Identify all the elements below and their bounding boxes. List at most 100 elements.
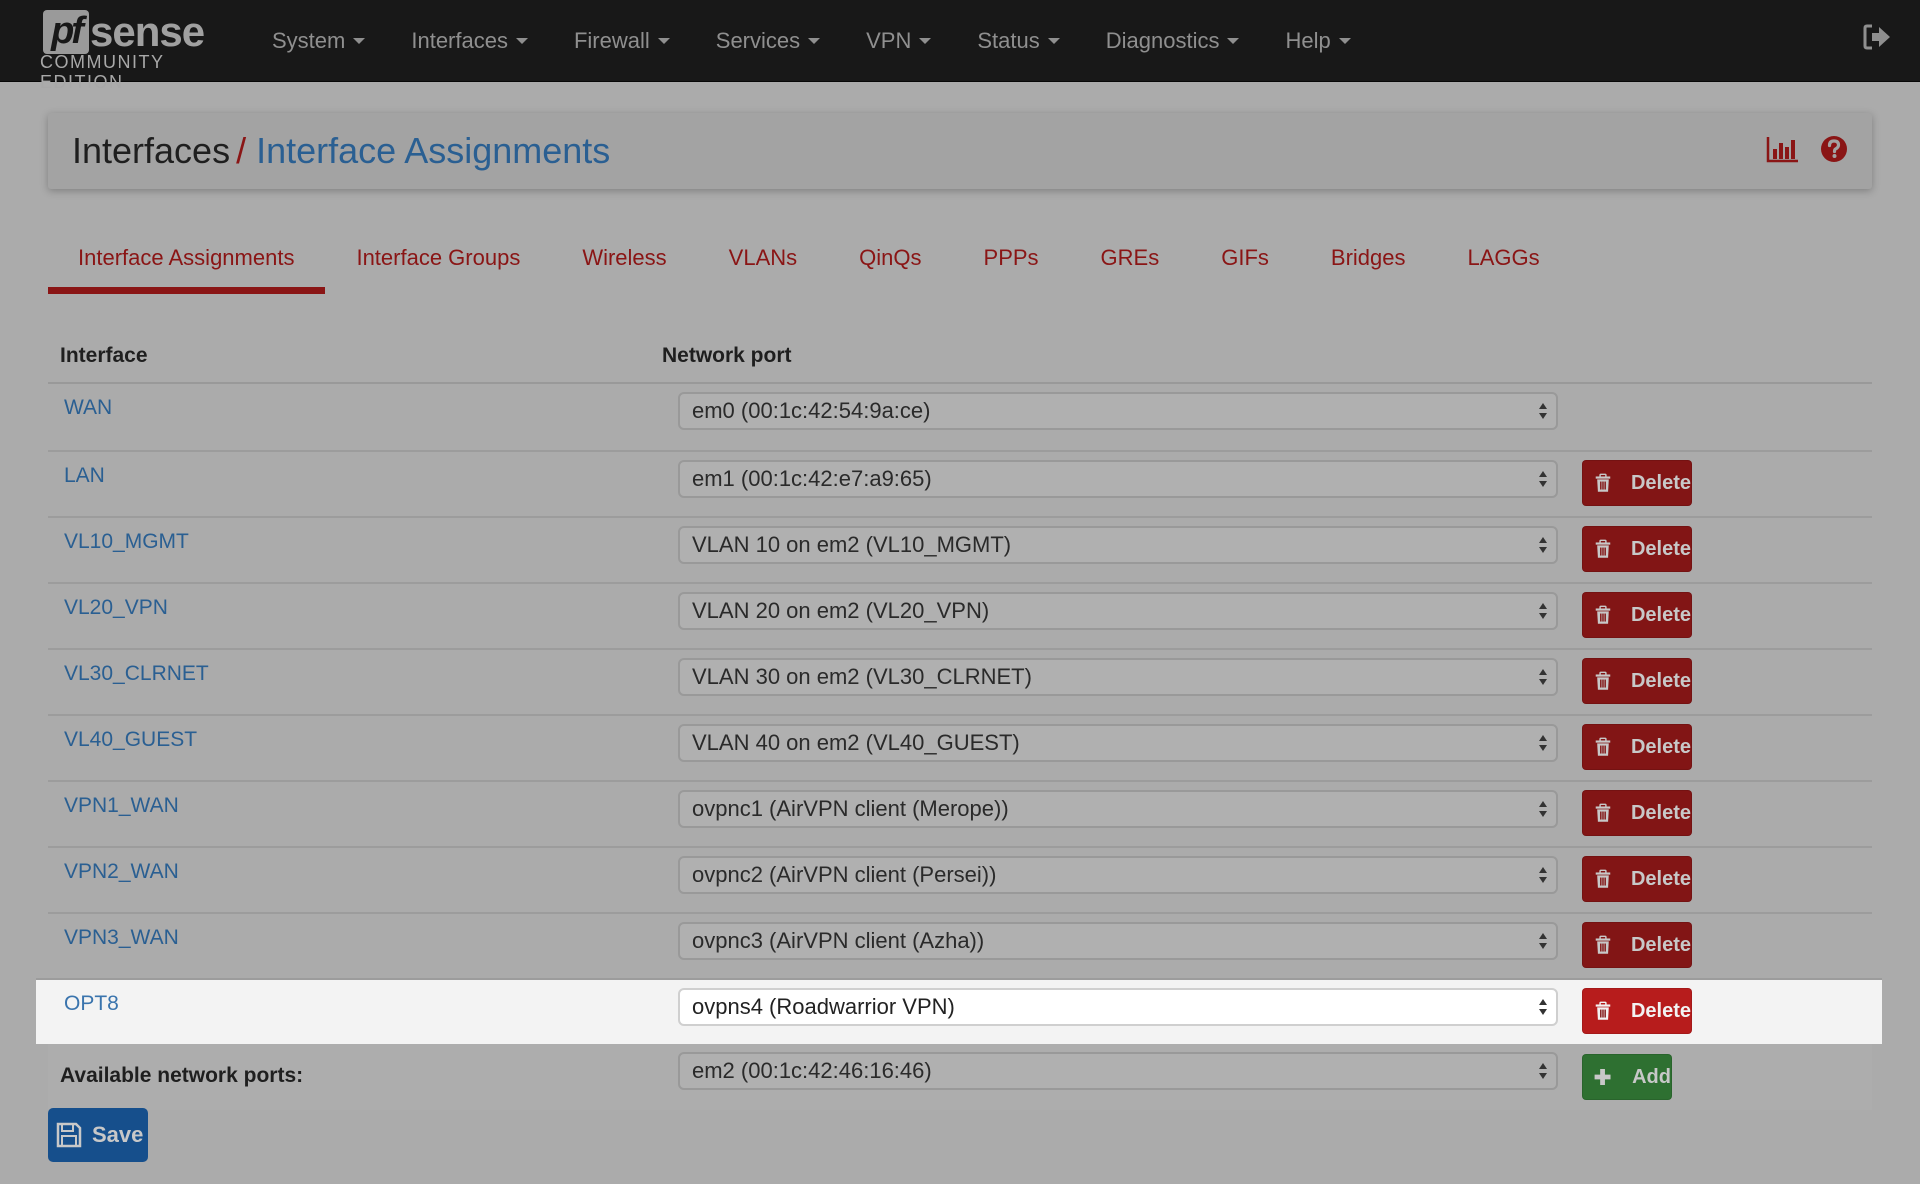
delete-button[interactable]: Delete	[1582, 460, 1692, 506]
selected-value: em0 (00:1c:42:54:9a:ce)	[692, 398, 931, 423]
menu-label: Services	[715, 28, 801, 53]
menu-firewall[interactable]: Firewall	[574, 28, 670, 54]
select-arrows-icon	[1539, 999, 1547, 1015]
menu-diagnostics[interactable]: Diagnostics	[1106, 28, 1240, 54]
delete-label: Delete	[1630, 999, 1691, 1022]
sign-out-icon[interactable]	[1862, 22, 1892, 52]
tab-wireless[interactable]: Wireless	[551, 232, 697, 294]
table-row: VL40_GUEST VLAN 40 on em2 (VL40_GUEST) Del…	[48, 714, 1872, 780]
network-port-select[interactable]: VLAN 40 on em2 (VL40_GUEST)	[678, 724, 1558, 762]
interface-assignments-table: Interface Network port WAN em0 (00:1c:42:…	[36, 330, 1882, 1110]
selected-value: VLAN 30 on em2 (VL30_CLRNET)	[692, 664, 1032, 689]
network-port-select[interactable]: VLAN 10 on em2 (VL10_MGMT)	[678, 526, 1558, 564]
selected-value: VLAN 20 on em2 (VL20_VPN)	[692, 598, 990, 623]
caret-down-icon	[808, 38, 821, 44]
available-port-select[interactable]: em2 (00:1c:42:46:16:46)	[678, 1052, 1558, 1090]
bar-chart-icon[interactable]	[1766, 135, 1800, 163]
interface-link[interactable]: VPN1_WAN	[64, 794, 179, 818]
trash-icon	[1595, 605, 1611, 624]
interface-link[interactable]: OPT8	[64, 992, 119, 1016]
menu-help[interactable]: Help	[1285, 28, 1351, 54]
available-ports-label: Available network ports:	[60, 1064, 304, 1087]
network-port-select[interactable]: ovpnc3 (AirVPN client (Azha))	[678, 922, 1558, 960]
top-navbar: pf sense COMMUNITY EDITION System Interf…	[0, 0, 1920, 92]
network-port-select[interactable]: VLAN 20 on em2 (VL20_VPN)	[678, 592, 1558, 630]
help-icon[interactable]	[1820, 135, 1848, 163]
interface-link[interactable]: VL10_MGMT	[64, 530, 189, 554]
table-header: Interface Network port	[48, 330, 1872, 384]
select-arrows-icon	[1539, 933, 1547, 949]
menu-interfaces[interactable]: Interfaces	[411, 28, 528, 54]
menu-status[interactable]: Status	[977, 28, 1060, 54]
delete-label: Delete	[1630, 735, 1691, 758]
menu-system[interactable]: System	[272, 28, 366, 54]
tab-interface-assignments[interactable]: Interface Assignments	[48, 232, 326, 294]
table-row: LAN em1 (00:1c:42:e7:a9:65) Delete	[48, 450, 1872, 516]
tab-vlans[interactable]: VLANs	[698, 232, 828, 294]
interface-link[interactable]: VPN3_WAN	[64, 926, 179, 950]
menu-services[interactable]: Services	[715, 28, 821, 54]
save-button[interactable]: Save	[48, 1108, 148, 1162]
breadcrumb-current[interactable]: Interface Assignments	[256, 130, 610, 171]
tab-ppps[interactable]: PPPs	[953, 232, 1070, 294]
delete-label: Delete	[1630, 801, 1691, 824]
network-port-select[interactable]: ovpnc2 (AirVPN client (Persei))	[678, 856, 1558, 894]
select-arrows-icon	[1539, 669, 1547, 685]
select-arrows-icon	[1539, 1063, 1547, 1079]
network-port-select[interactable]: em1 (00:1c:42:e7:a9:65)	[678, 460, 1558, 498]
pfsense-logo[interactable]: pf sense COMMUNITY EDITION	[40, 8, 250, 92]
tab-bridges[interactable]: Bridges	[1300, 232, 1437, 294]
interface-link[interactable]: LAN	[64, 464, 105, 488]
table-row: OPT8 ovpns4 (Roadwarrior VPN) Delete	[36, 978, 1882, 1044]
interface-link[interactable]: WAN	[64, 396, 112, 420]
trash-icon	[1595, 539, 1611, 558]
network-port-select[interactable]: em0 (00:1c:42:54:9a:ce)	[678, 392, 1558, 430]
interface-link[interactable]: VPN2_WAN	[64, 860, 179, 884]
network-port-select[interactable]: VLAN 30 on em2 (VL30_CLRNET)	[678, 658, 1558, 696]
tab-interface-groups[interactable]: Interface Groups	[325, 232, 551, 294]
delete-button[interactable]: Delete	[1582, 592, 1692, 638]
delete-button[interactable]: Delete	[1582, 856, 1692, 902]
trash-icon	[1595, 869, 1611, 888]
delete-button[interactable]: Delete	[1582, 658, 1692, 704]
select-arrows-icon	[1539, 735, 1547, 751]
delete-button[interactable]: Delete	[1582, 988, 1692, 1034]
menu-vpn[interactable]: VPN	[866, 28, 932, 54]
breadcrumb-parent[interactable]: Interfaces	[72, 130, 230, 171]
delete-button[interactable]: Delete	[1582, 526, 1692, 572]
table-row: VL10_MGMT VLAN 10 on em2 (VL10_MGMT) Delet…	[48, 516, 1872, 582]
tab-laggs[interactable]: LAGGs	[1437, 232, 1571, 294]
delete-button[interactable]: Delete	[1582, 724, 1692, 770]
caret-down-icon	[1227, 38, 1240, 44]
delete-button[interactable]: Delete	[1582, 790, 1692, 836]
selected-value: ovpnc1 (AirVPN client (Merope))	[692, 796, 1009, 821]
column-header-interface: Interface	[60, 344, 148, 367]
header-icons	[1766, 135, 1848, 163]
interface-link[interactable]: VL40_GUEST	[64, 728, 197, 752]
trash-icon	[1595, 935, 1611, 954]
delete-label: Delete	[1630, 933, 1691, 956]
interface-link[interactable]: VL20_VPN	[64, 596, 168, 620]
select-arrows-icon	[1539, 867, 1547, 883]
caret-down-icon	[353, 38, 366, 44]
network-port-select[interactable]: ovpns4 (Roadwarrior VPN)	[678, 988, 1558, 1026]
interface-link[interactable]: VL30_CLRNET	[64, 662, 209, 686]
trash-icon	[1595, 671, 1611, 690]
menu-label: Firewall	[573, 28, 650, 53]
delete-button[interactable]: Delete	[1582, 922, 1692, 968]
tab-qinqs[interactable]: QinQs	[828, 232, 952, 294]
table-row: VPN2_WAN ovpnc2 (AirVPN client (Persei)) D…	[48, 846, 1872, 912]
tab-gifs[interactable]: GIFs	[1190, 232, 1300, 294]
main-menu: System Interfaces Firewall Services VPN …	[272, 0, 1397, 82]
select-arrows-icon	[1539, 537, 1547, 553]
delete-label: Delete	[1630, 867, 1691, 890]
selected-value: ovpnc3 (AirVPN client (Azha))	[692, 928, 985, 953]
menu-label: Status	[977, 28, 1040, 53]
tab-gres[interactable]: GREs	[1070, 232, 1191, 294]
caret-down-icon	[657, 38, 670, 44]
add-button[interactable]: Add	[1582, 1054, 1672, 1100]
delete-label: Delete	[1630, 537, 1691, 560]
available-ports-row: Available network ports: em2 (00:1c:42:4…	[48, 1044, 1872, 1110]
network-port-select[interactable]: ovpnc1 (AirVPN client (Merope))	[678, 790, 1558, 828]
table-row: VPN3_WAN ovpnc3 (AirVPN client (Azha)) Del…	[48, 912, 1872, 978]
